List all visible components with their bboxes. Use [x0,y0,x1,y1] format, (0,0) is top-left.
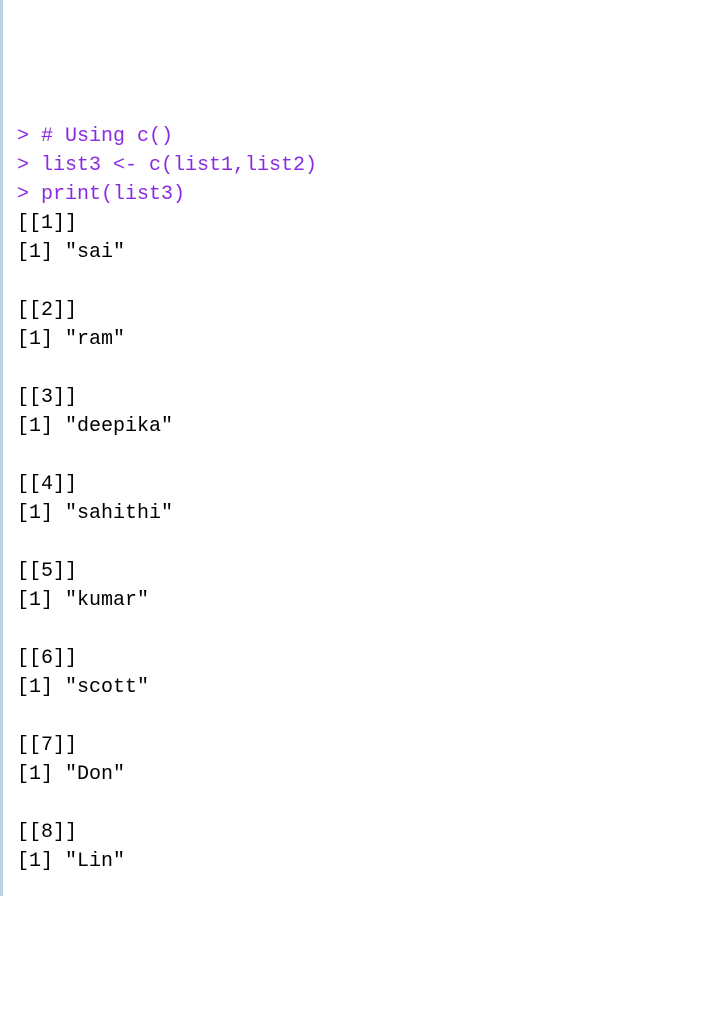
console-line: [1] "deepika" [17,412,702,441]
console-output-text: [[2]] [17,299,77,322]
console-output-text: [1] "sahithi" [17,502,173,525]
console-output-text: [[1]] [17,212,77,235]
console-line [17,267,702,296]
console-line [17,528,702,557]
console-line: [[1]] [17,209,702,238]
console-command: list3 <- c(list1,list2) [41,154,317,177]
console-line: > list3 <- c(list1,list2) [17,151,702,180]
console-prompt: > [17,125,41,148]
r-console-output: > # Using c()> list3 <- c(list1,list2)> … [17,122,702,876]
console-line: > # Using c() [17,122,702,151]
console-line: [1] "kumar" [17,586,702,615]
console-line: [1] "Lin" [17,847,702,876]
console-line: [1] "ram" [17,325,702,354]
console-output-text: [[6]] [17,647,77,670]
console-line: [[3]] [17,383,702,412]
console-output-text: [1] "ram" [17,328,125,351]
console-output-text: [1] "Lin" [17,850,125,873]
console-line [17,789,702,818]
console-line: [[8]] [17,818,702,847]
console-line: [[2]] [17,296,702,325]
console-line: [1] "sahithi" [17,499,702,528]
console-line: > print(list3) [17,180,702,209]
console-line: [1] "Don" [17,760,702,789]
console-output-text: [[8]] [17,821,77,844]
console-line: [[5]] [17,557,702,586]
console-line [17,354,702,383]
console-line: [[7]] [17,731,702,760]
console-line [17,615,702,644]
console-prompt: > [17,183,41,206]
console-line [17,441,702,470]
console-line: [[4]] [17,470,702,499]
console-command: # Using c() [41,125,173,148]
console-output-text: [[7]] [17,734,77,757]
console-output-text: [[5]] [17,560,77,583]
console-line: [1] "scott" [17,673,702,702]
console-output-text: [[4]] [17,473,77,496]
console-line: [[6]] [17,644,702,673]
console-output-text: [1] "sai" [17,241,125,264]
console-output-text: [1] "scott" [17,676,149,699]
console-output-text: [1] "kumar" [17,589,149,612]
console-output-text: [1] "deepika" [17,415,173,438]
console-prompt: > [17,154,41,177]
console-command: print(list3) [41,183,185,206]
console-line: [1] "sai" [17,238,702,267]
console-output-text: [1] "Don" [17,763,125,786]
console-line [17,702,702,731]
console-output-text: [[3]] [17,386,77,409]
